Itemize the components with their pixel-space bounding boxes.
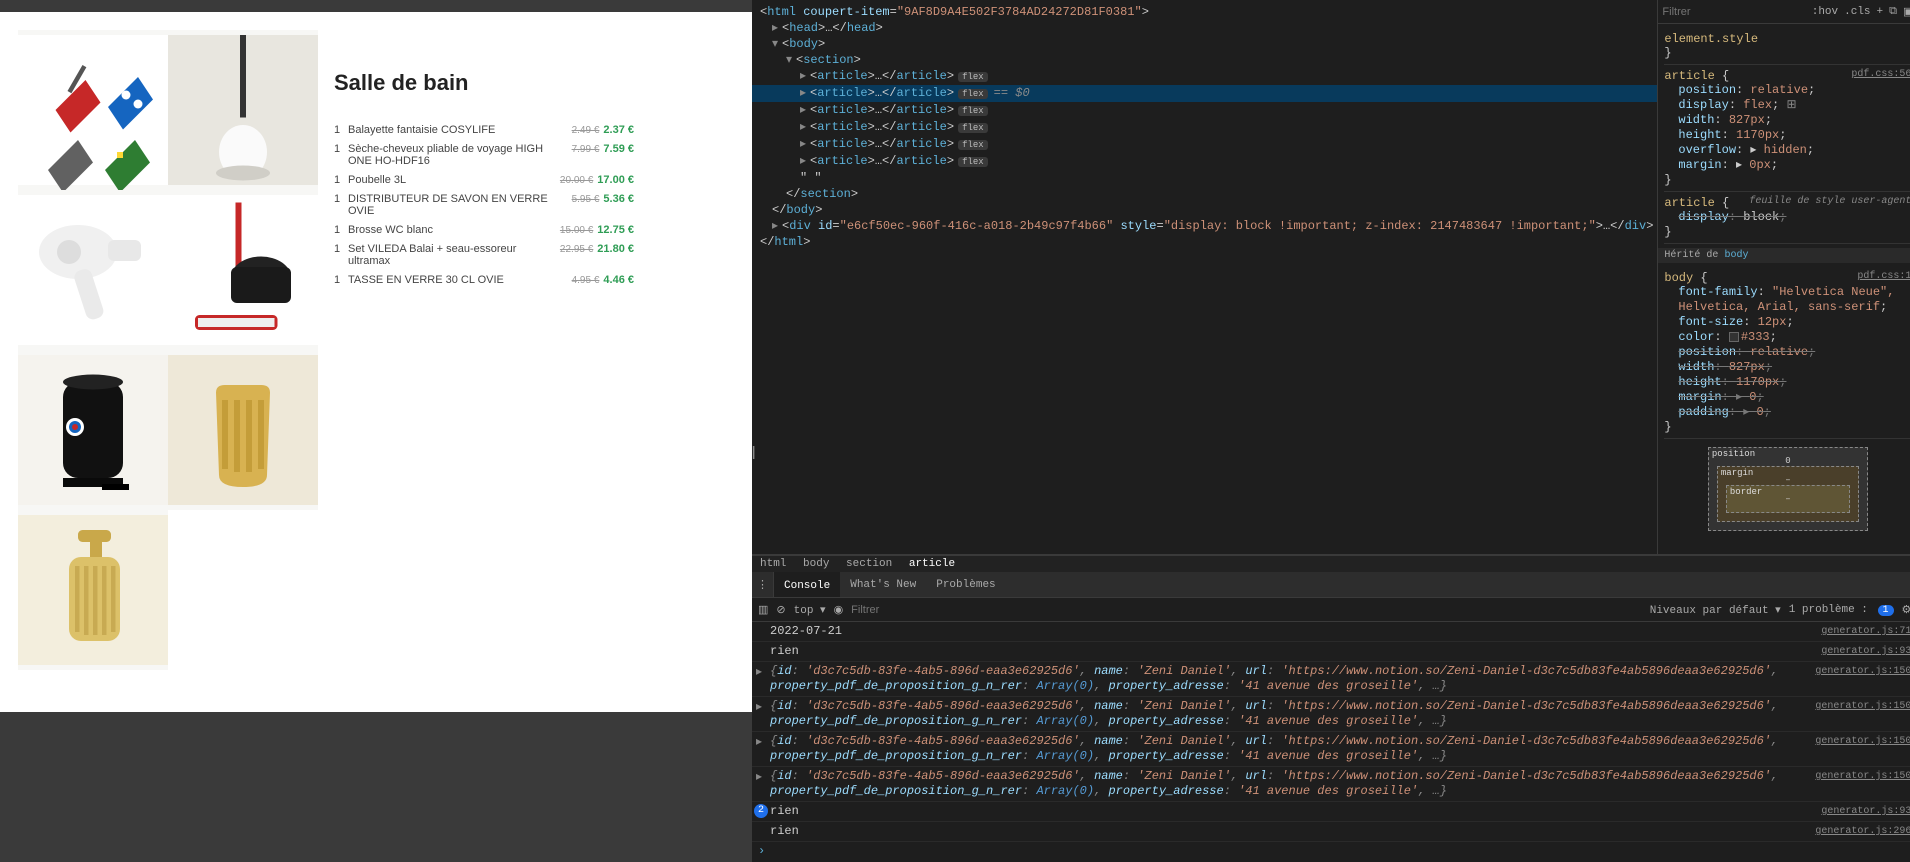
crumb[interactable]: body xyxy=(803,558,829,570)
log-levels-selector[interactable]: Niveaux par défaut ▾ xyxy=(1650,603,1781,617)
product-image xyxy=(168,30,318,190)
item-row: 1DISTRIBUTEUR DE SAVON EN VERRE OVIE5.95… xyxy=(334,193,634,217)
cls-toggle[interactable]: .cls xyxy=(1844,6,1870,18)
eye-icon[interactable]: ◉ xyxy=(834,603,844,617)
tab-problems[interactable]: Problèmes xyxy=(926,572,1005,597)
tab-whatsnew[interactable]: What's New xyxy=(840,572,926,597)
dom-node[interactable]: ▸<head>…</head> xyxy=(752,20,1657,36)
console-row[interactable]: generator.js:93rien xyxy=(752,642,1910,662)
console-filter-input[interactable] xyxy=(851,604,1642,616)
dom-node[interactable]: ▸<article>…</article>flex xyxy=(752,102,1657,119)
dom-text: " " xyxy=(752,170,1657,186)
dom-node[interactable]: </body> xyxy=(752,202,1657,218)
console-sidebar-toggle[interactable]: ▥ xyxy=(758,603,768,617)
dom-node[interactable]: </section> xyxy=(752,186,1657,202)
dom-node[interactable]: <html coupert-item="9AF8D9A4E502F3784AD2… xyxy=(752,4,1657,20)
crumb[interactable]: html xyxy=(760,558,786,570)
item-row: 1Balayette fantaisie COSYLIFE2.49 €2.37 … xyxy=(334,124,634,136)
drawer-tabs: ⋮ Console What's New Problèmes xyxy=(752,572,1910,598)
item-row: 1Sèche-cheveux pliable de voyage HIGH ON… xyxy=(334,143,634,167)
dom-node[interactable]: ▸<article>…</article>flex xyxy=(752,136,1657,153)
console-toolbar: ▥ ⊘ top ▾ ◉ Niveaux par défaut ▾ 1 probl… xyxy=(752,598,1910,622)
product-image xyxy=(18,190,168,350)
console-row[interactable]: generator.js:150▸{id: 'd3c7c5db-83fe-4ab… xyxy=(752,732,1910,767)
item-row: 1Poubelle 3L20.00 €17.00 € xyxy=(334,174,634,186)
item-row: 1Brosse WC blanc15.00 €12.75 € xyxy=(334,224,634,236)
product-image xyxy=(18,350,168,510)
hov-toggle[interactable]: :hov xyxy=(1812,6,1838,18)
console-row[interactable]: generator.js:150▸{id: 'd3c7c5db-83fe-4ab… xyxy=(752,697,1910,732)
computed-icon[interactable]: ⧉ xyxy=(1889,6,1897,18)
add-rule-button[interactable]: + xyxy=(1877,6,1884,18)
product-image xyxy=(168,190,318,350)
item-list: 1Balayette fantaisie COSYLIFE2.49 €2.37 … xyxy=(334,124,634,286)
console-row[interactable]: generator.js:932rien xyxy=(752,802,1910,822)
styles-panel: :hov .cls + ⧉ ▣ element.style } article … xyxy=(1657,0,1910,554)
box-model: position0 margin– border– xyxy=(1708,447,1868,531)
item-row: 1TASSE EN VERRE 30 CL OVIE4.95 €4.46 € xyxy=(334,274,634,286)
console-row[interactable]: generator.js:296rien xyxy=(752,822,1910,842)
product-image xyxy=(18,510,168,670)
crumb[interactable]: section xyxy=(846,558,892,570)
product-image xyxy=(18,30,168,190)
dom-node[interactable]: ▸<article>…</article>flex xyxy=(752,119,1657,136)
dom-node-selected[interactable]: ▸<article>…</article>flex== $0 xyxy=(752,85,1657,102)
dom-node[interactable]: </html> xyxy=(752,234,1657,250)
dom-node[interactable]: ▾<body> xyxy=(752,36,1657,52)
tab-console[interactable]: Console xyxy=(774,572,840,597)
crumb[interactable]: article xyxy=(909,558,955,570)
clear-console-button[interactable]: ⊘ xyxy=(776,603,785,617)
product-image-grid xyxy=(18,30,318,670)
console-row[interactable]: generator.js:150▸{id: 'd3c7c5db-83fe-4ab… xyxy=(752,767,1910,802)
devtools-pane: <html coupert-item="9AF8D9A4E502F3784AD2… xyxy=(752,0,1910,862)
rendered-page: Salle de bain 1Balayette fantaisie COSYL… xyxy=(0,12,752,712)
styles-rules[interactable]: element.style } article {pdf.css:56 posi… xyxy=(1658,24,1910,554)
dock-icon[interactable]: ▣ xyxy=(1903,5,1910,19)
console-output[interactable]: generator.js:712022-07-21 generator.js:9… xyxy=(752,622,1910,862)
dom-node[interactable]: ▾<section> xyxy=(752,52,1657,68)
styles-filter-input[interactable] xyxy=(1662,6,1805,18)
pane-resize-handle-right[interactable]: || xyxy=(748,431,756,471)
page-preview-pane: || xyxy=(0,0,752,862)
page-title: Salle de bain xyxy=(334,70,634,96)
breadcrumb[interactable]: html body section article xyxy=(752,555,1910,572)
product-image xyxy=(168,350,318,510)
drawer-menu-button[interactable]: ⋮ xyxy=(752,572,774,597)
dom-node[interactable]: ▸<div id="e6cf50ec-960f-416c-a018-2b49c9… xyxy=(752,218,1657,234)
dom-node[interactable]: ▸<article>…</article>flex xyxy=(752,153,1657,170)
product-image-empty xyxy=(168,510,318,670)
context-selector[interactable]: top ▾ xyxy=(794,603,826,617)
console-prompt[interactable]: › xyxy=(752,842,1910,860)
dom-node[interactable]: ▸<article>…</article>flex xyxy=(752,68,1657,85)
gear-icon[interactable]: ⚙ xyxy=(1902,603,1910,617)
problems-indicator[interactable]: 1 problème : 1 xyxy=(1789,604,1894,616)
elements-tree[interactable]: <html coupert-item="9AF8D9A4E502F3784AD2… xyxy=(752,0,1657,554)
item-row: 1Set VILEDA Balai + seau-essoreur ultram… xyxy=(334,243,634,267)
console-row[interactable]: generator.js:150▸{id: 'd3c7c5db-83fe-4ab… xyxy=(752,662,1910,697)
console-row[interactable]: generator.js:712022-07-21 xyxy=(752,622,1910,642)
